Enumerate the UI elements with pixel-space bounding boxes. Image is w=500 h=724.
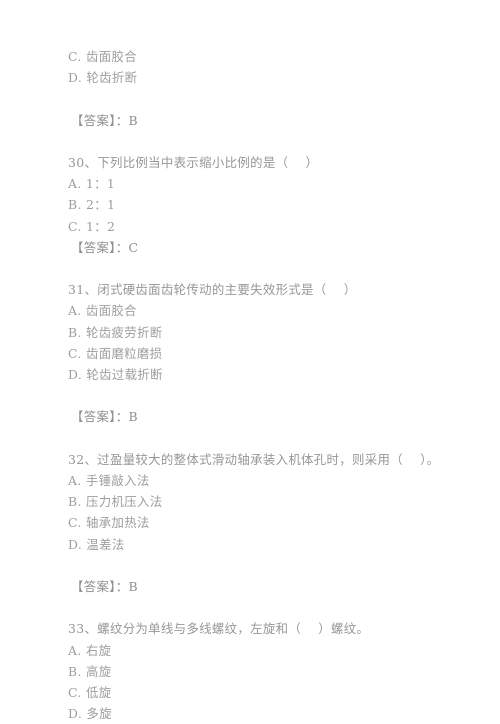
option-line: C. 齿面磨粒磨损 [68, 345, 163, 361]
option-line: A. 手锤敲入法 [68, 472, 150, 488]
question-stem: 33、螺纹分为单线与多线螺纹，左旋和（ ）螺纹。 [68, 621, 370, 637]
answer-line: 【答案】：C [71, 239, 139, 255]
option-line: D. 温差法 [68, 536, 125, 552]
option-line: C. 1：2 [68, 218, 116, 234]
option-line: D. 多旋 [68, 706, 112, 722]
document-body: C. 齿面胶合 D. 轮齿折断 【答案】：B 30、下列比例当中表示缩小比例的是… [68, 46, 460, 724]
document-page: C. 齿面胶合 D. 轮齿折断 【答案】：B 30、下列比例当中表示缩小比例的是… [0, 0, 500, 721]
option-line: B. 2：1 [68, 197, 116, 213]
question-block-32: 32、过盈量较大的整体式滑动轴承装入机体孔时，则采用（ ）。 A. 手锤敲入法 … [68, 449, 460, 597]
question-block-30: 30、下列比例当中表示缩小比例的是（ ） A. 1：1 B. 2：1 C. 1：… [68, 152, 460, 258]
option-line: C. 齿面胶合 [68, 49, 137, 64]
option-line: B. 轮齿疲劳折断 [68, 324, 163, 340]
question-stem: 30、下列比例当中表示缩小比例的是（ ） [68, 154, 319, 170]
question-block-33: 33、螺纹分为单线与多线螺纹，左旋和（ ）螺纹。 A. 右旋 B. 高旋 C. … [68, 618, 460, 724]
answer-line: 【答案】：B [71, 409, 138, 425]
option-line: A. 1：1 [68, 176, 116, 192]
question-stem: 31、闭式硬齿面齿轮传动的主要失效形式是（ ） [68, 282, 357, 298]
option-line: D. 轮齿过载折断 [68, 367, 163, 382]
option-line: D. 轮齿折断 [68, 70, 138, 86]
option-line: C. 低旋 [68, 684, 112, 700]
question-block-31: 31、闭式硬齿面齿轮传动的主要失效形式是（ ） A. 齿面胶合 B. 轮齿疲劳折… [68, 279, 460, 427]
option-line: A. 齿面胶合 [68, 303, 137, 319]
option-line: B. 高旋 [68, 663, 112, 679]
answer-line: 【答案】：B [71, 578, 138, 594]
question-stem: 32、过盈量较大的整体式滑动轴承装入机体孔时，则采用（ ）。 [68, 451, 440, 467]
option-line: C. 轴承加热法 [68, 515, 150, 531]
option-line: B. 压力机压入法 [68, 494, 163, 510]
option-line: A. 右旋 [68, 642, 112, 658]
answer-line: 【答案】：B [71, 112, 138, 128]
question-block-29-tail: C. 齿面胶合 D. 轮齿折断 【答案】：B [68, 46, 460, 131]
